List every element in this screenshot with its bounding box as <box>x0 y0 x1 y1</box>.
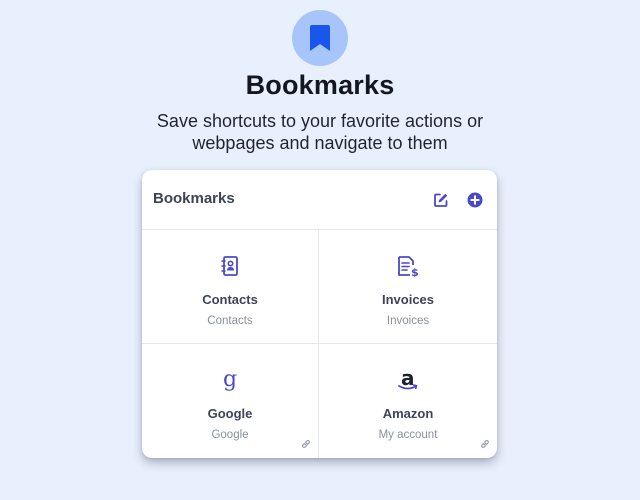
tile-subtitle: Contacts <box>207 315 253 327</box>
tile-name: Google <box>207 406 253 421</box>
edit-icon <box>434 193 448 207</box>
amazon-icon: a <box>398 368 418 392</box>
tile-name: Amazon <box>382 406 434 421</box>
tile-subtitle: Google <box>211 429 249 441</box>
hero-bookmark-badge <box>292 10 348 66</box>
google-g-icon: g <box>222 367 238 392</box>
bookmark-tile-invoices[interactable]: $ Invoices Invoices <box>319 230 497 344</box>
bookmark-tile-amazon[interactable]: a Amazon My account <box>319 344 497 458</box>
page-title: Bookmarks <box>245 70 395 100</box>
edit-bookmarks-button[interactable] <box>431 190 451 210</box>
tile-icon-wrap: $ <box>319 254 497 278</box>
bookmark-tile-google[interactable]: g Google Google <box>142 344 319 458</box>
tile-subtitle: My account <box>378 429 438 441</box>
page-subtitle: Save shortcuts to your favorite actions … <box>156 111 484 153</box>
bookmarks-card: Bookmarks Contacts Contacts $ Invoices I… <box>142 170 497 458</box>
tile-name: Invoices <box>381 292 435 307</box>
amazon-smile-icon <box>398 384 418 390</box>
link-icon <box>302 439 310 449</box>
contacts-book-icon <box>221 256 238 276</box>
add-bookmark-button[interactable] <box>465 190 485 210</box>
svg-text:$: $ <box>411 266 419 277</box>
bookmarks-grid: Contacts Contacts $ Invoices Invoices g … <box>142 230 497 458</box>
link-icon <box>481 439 489 449</box>
plus-circle-icon <box>467 192 483 208</box>
card-title: Bookmarks <box>153 190 235 207</box>
bookmark-icon <box>310 25 330 51</box>
invoice-icon: $ <box>398 256 419 277</box>
bookmark-tile-contacts[interactable]: Contacts Contacts <box>142 230 319 344</box>
tile-icon-wrap: a <box>319 368 497 392</box>
tile-name: Contacts <box>202 292 258 307</box>
tile-subtitle: Invoices <box>386 315 430 327</box>
card-header: Bookmarks <box>142 170 497 230</box>
tile-icon-wrap: g <box>142 368 318 392</box>
tile-icon-wrap <box>142 254 318 278</box>
